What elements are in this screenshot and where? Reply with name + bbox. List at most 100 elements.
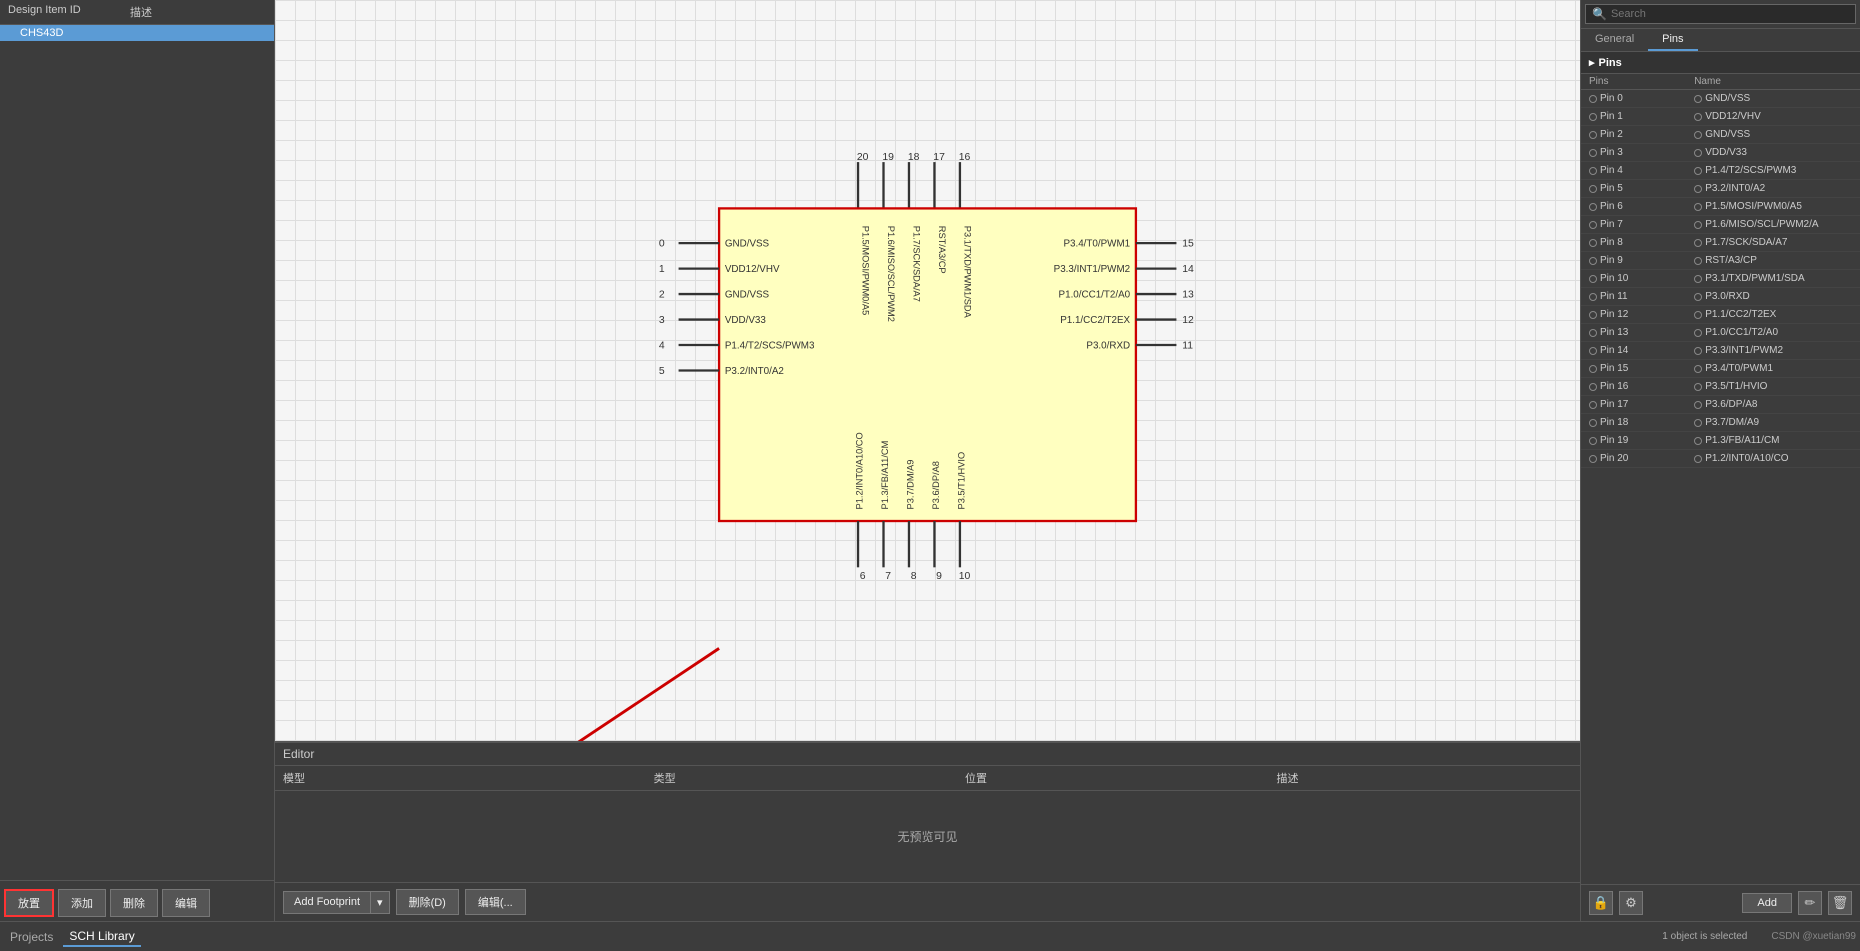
pin-row[interactable]: Pin 4 P1.4/T2/SCS/PWM3 bbox=[1581, 162, 1860, 180]
pin-row[interactable]: Pin 0 GND/VSS bbox=[1581, 90, 1860, 108]
pin-name-dot bbox=[1694, 437, 1702, 445]
pin-cell-name: P3.3/INT1/PWM2 bbox=[1694, 345, 1852, 356]
svg-text:P3.7/DM/A9: P3.7/DM/A9 bbox=[906, 460, 916, 510]
list-item-chs43d[interactable]: CHS43D bbox=[0, 25, 274, 41]
edit-footprint-button[interactable]: 编辑(... bbox=[465, 889, 526, 915]
col-model: 模型 bbox=[275, 768, 646, 788]
header-col-desc: 描述 bbox=[126, 2, 156, 22]
svg-text:VDD/V33: VDD/V33 bbox=[725, 315, 767, 326]
add-footprint-button[interactable]: Add Footprint bbox=[283, 891, 371, 914]
pin-row[interactable]: Pin 3 VDD/V33 bbox=[1581, 144, 1860, 162]
pin-row[interactable]: Pin 6 P1.5/MOSI/PWM0/A5 bbox=[1581, 198, 1860, 216]
status-tab-sch-library[interactable]: SCH Library bbox=[63, 927, 140, 947]
pin-row[interactable]: Pin 2 GND/VSS bbox=[1581, 126, 1860, 144]
pin-row[interactable]: Pin 9 RST/A3/CP bbox=[1581, 252, 1860, 270]
pin-cell-pin: Pin 10 bbox=[1589, 273, 1694, 284]
pin-row[interactable]: Pin 13 P1.0/CC1/T2/A0 bbox=[1581, 324, 1860, 342]
pin-name-dot bbox=[1694, 419, 1702, 427]
svg-text:15: 15 bbox=[1182, 239, 1194, 250]
pin-row[interactable]: Pin 19 P1.3/FB/A11/CM bbox=[1581, 432, 1860, 450]
pin-cell-name: P1.2/INT0/A10/CO bbox=[1694, 453, 1852, 464]
pin-row[interactable]: Pin 11 P3.0/RXD bbox=[1581, 288, 1860, 306]
pin-dot bbox=[1589, 455, 1597, 463]
svg-text:5: 5 bbox=[659, 366, 665, 377]
pin-row[interactable]: Pin 20 P1.2/INT0/A10/CO bbox=[1581, 450, 1860, 468]
place-button[interactable]: 放置 bbox=[4, 889, 54, 917]
svg-text:P1.7/SCK/SDA/A7: P1.7/SCK/SDA/A7 bbox=[912, 226, 922, 302]
bottom-toolbar: Projects SCH Library 1 object is selecte… bbox=[0, 921, 1860, 951]
pin-row[interactable]: Pin 1 VDD12/VHV bbox=[1581, 108, 1860, 126]
pin-name-dot bbox=[1694, 455, 1702, 463]
delete-right-button[interactable]: 🗑 bbox=[1828, 891, 1852, 915]
tab-pins[interactable]: Pins bbox=[1648, 29, 1697, 51]
pin-row[interactable]: Pin 8 P1.7/SCK/SDA/A7 bbox=[1581, 234, 1860, 252]
delete-button[interactable]: 删除 bbox=[110, 889, 158, 917]
delete-footprint-button[interactable]: 删除(D) bbox=[396, 889, 459, 915]
status-tab-projects[interactable]: Projects bbox=[4, 928, 59, 946]
pin-row[interactable]: Pin 18 P3.7/DM/A9 bbox=[1581, 414, 1860, 432]
pin-dot bbox=[1589, 185, 1597, 193]
pin-dot bbox=[1589, 419, 1597, 427]
tab-general[interactable]: General bbox=[1581, 29, 1648, 51]
editor-title: Editor bbox=[275, 743, 1580, 766]
pins-label: Pins bbox=[1599, 57, 1622, 69]
edit-button[interactable]: 编辑 bbox=[162, 889, 210, 917]
search-box[interactable]: 🔍 bbox=[1585, 4, 1856, 24]
pin-cell-name: P3.5/T1/HVIO bbox=[1694, 381, 1852, 392]
col-description: 描述 bbox=[1269, 768, 1580, 788]
pin-row[interactable]: Pin 15 P3.4/T0/PWM1 bbox=[1581, 360, 1860, 378]
pin-dot bbox=[1589, 293, 1597, 301]
pin-cell-pin: Pin 13 bbox=[1589, 327, 1694, 338]
svg-text:P1.2/INT0/A10/CO: P1.2/INT0/A10/CO bbox=[855, 432, 865, 509]
editor-toolbar: Add Footprint ▾ 删除(D) 编辑(... bbox=[275, 882, 1580, 921]
search-input[interactable] bbox=[1611, 8, 1849, 20]
pin-name-dot bbox=[1694, 401, 1702, 409]
svg-text:P1.5/MOSI/PWM0/A5: P1.5/MOSI/PWM0/A5 bbox=[861, 226, 871, 315]
add-footprint-group: Add Footprint ▾ bbox=[283, 891, 390, 914]
svg-text:14: 14 bbox=[1182, 264, 1194, 275]
status-text: 1 object is selected bbox=[1662, 931, 1747, 942]
pin-row[interactable]: Pin 7 P1.6/MISO/SCL/PWM2/A bbox=[1581, 216, 1860, 234]
svg-text:GND/VSS: GND/VSS bbox=[725, 239, 770, 250]
svg-text:18: 18 bbox=[908, 152, 920, 163]
add-footprint-arrow[interactable]: ▾ bbox=[371, 891, 390, 914]
pins-list: Pin 0 GND/VSS Pin 1 VDD12/VHV Pin 2 GND/… bbox=[1581, 90, 1860, 884]
editor-table-header: 模型 类型 位置 描述 bbox=[275, 766, 1580, 791]
pin-cell-name: VDD12/VHV bbox=[1694, 111, 1852, 122]
svg-text:3: 3 bbox=[659, 315, 665, 326]
svg-text:20: 20 bbox=[857, 152, 869, 163]
pin-cell-pin: Pin 0 bbox=[1589, 93, 1694, 104]
left-panel: Design Item ID 描述 CHS43D 放置 添加 删除 编辑 bbox=[0, 0, 275, 921]
pin-cell-pin: Pin 9 bbox=[1589, 255, 1694, 266]
component-label: CHS43D bbox=[20, 27, 63, 39]
search-icon: 🔍 bbox=[1592, 7, 1607, 21]
pin-name-dot bbox=[1694, 347, 1702, 355]
pin-cell-name: P1.0/CC1/T2/A0 bbox=[1694, 327, 1852, 338]
pin-row[interactable]: Pin 16 P3.5/T1/HVIO bbox=[1581, 378, 1860, 396]
pin-row[interactable]: Pin 12 P1.1/CC2/T2EX bbox=[1581, 306, 1860, 324]
canvas-area[interactable]: 20 19 18 17 16 0 1 2 bbox=[275, 0, 1580, 741]
svg-text:4: 4 bbox=[659, 341, 665, 352]
component-list: CHS43D bbox=[0, 25, 274, 880]
settings-button[interactable]: ⚙ bbox=[1619, 891, 1643, 915]
pin-cell-name: P1.3/FB/A11/CM bbox=[1694, 435, 1852, 446]
col-position: 位置 bbox=[957, 768, 1268, 788]
pin-dot bbox=[1589, 95, 1597, 103]
add-right-button[interactable]: Add bbox=[1742, 893, 1792, 913]
pin-row[interactable]: Pin 5 P3.2/INT0/A2 bbox=[1581, 180, 1860, 198]
pin-name-dot bbox=[1694, 329, 1702, 337]
pin-row[interactable]: Pin 17 P3.6/DP/A8 bbox=[1581, 396, 1860, 414]
add-button[interactable]: 添加 bbox=[58, 889, 106, 917]
pin-cell-pin: Pin 17 bbox=[1589, 399, 1694, 410]
user-text: CSDN @xuetian99 bbox=[1771, 931, 1856, 942]
pin-row[interactable]: Pin 14 P3.3/INT1/PWM2 bbox=[1581, 342, 1860, 360]
pin-row[interactable]: Pin 10 P3.1/TXD/PWM1/SDA bbox=[1581, 270, 1860, 288]
edit-right-button[interactable]: ✏ bbox=[1798, 891, 1822, 915]
svg-text:P3.3/INT1/PWM2: P3.3/INT1/PWM2 bbox=[1054, 264, 1130, 275]
pin-cell-pin: Pin 12 bbox=[1589, 309, 1694, 320]
pins-table-header: Pins Name bbox=[1581, 74, 1860, 90]
lock-button[interactable]: 🔒 bbox=[1589, 891, 1613, 915]
pin-name-dot bbox=[1694, 275, 1702, 283]
right-panel-footer: 🔒 ⚙ Add ✏ 🗑 bbox=[1581, 884, 1860, 921]
pin-cell-name: P1.7/SCK/SDA/A7 bbox=[1694, 237, 1852, 248]
